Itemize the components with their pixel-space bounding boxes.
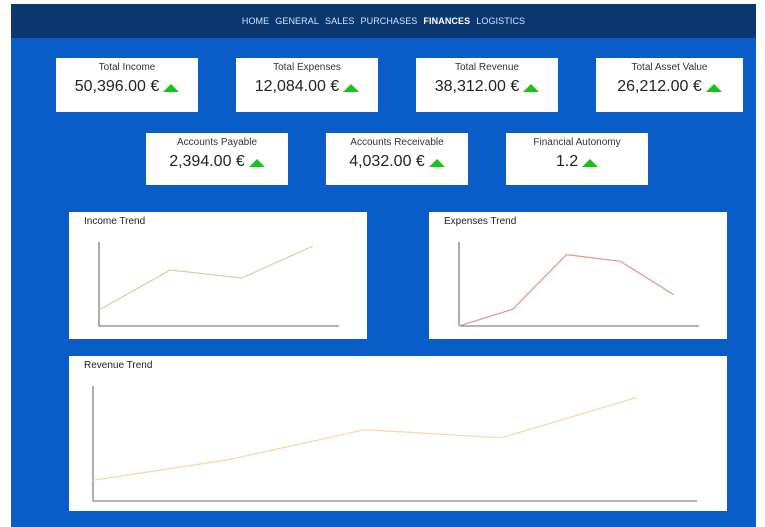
- trend-up-icon: [582, 158, 599, 167]
- nav-home[interactable]: HOME: [242, 16, 269, 26]
- revenue-trend-plot: [92, 386, 697, 502]
- trend-up-icon: [705, 83, 722, 92]
- kpi-label: Total Income: [98, 62, 156, 73]
- expenses-trend-chart: Expenses Trend: [429, 212, 727, 339]
- kpi-label: Total Revenue: [455, 62, 519, 73]
- kpi-total-asset-value: Total Asset Value 26,212.00 €: [596, 58, 743, 112]
- income-trend-plot: [98, 242, 339, 327]
- trend-up-icon: [523, 83, 540, 92]
- kpi-label: Total Asset Value: [631, 62, 708, 73]
- nav-sales[interactable]: SALES: [325, 16, 355, 26]
- kpi-value: 4,032.00 €: [349, 153, 425, 170]
- kpi-label: Financial Autonomy: [533, 137, 621, 148]
- revenue-trend-chart: Revenue Trend: [69, 356, 727, 511]
- nav-general[interactable]: GENERAL: [275, 16, 319, 26]
- kpi-value-row: 38,312.00 €: [416, 78, 558, 96]
- kpi-value: 50,396.00 €: [74, 78, 160, 95]
- dashboard-frame: HOME GENERAL SALES PURCHASES FINANCES LO…: [11, 4, 756, 527]
- kpi-value-row: 4,032.00 €: [326, 153, 468, 171]
- trend-up-icon: [248, 158, 265, 167]
- kpi-label: Accounts Payable: [176, 137, 258, 148]
- kpi-value-row: 2,394.00 €: [146, 153, 288, 171]
- kpi-total-revenue: Total Revenue 38,312.00 €: [416, 58, 558, 112]
- series-line: [98, 245, 314, 311]
- kpi-value-row: 1.2: [506, 153, 648, 171]
- kpi-value-row: 26,212.00 €: [596, 78, 743, 96]
- kpi-value-row: 50,396.00 €: [56, 78, 198, 96]
- series-line: [92, 396, 638, 481]
- kpi-value: 26,212.00 €: [617, 78, 702, 95]
- kpi-label: Total Expenses: [273, 62, 341, 73]
- nav-logistics[interactable]: LOGISTICS: [476, 16, 525, 26]
- top-navbar: HOME GENERAL SALES PURCHASES FINANCES LO…: [11, 4, 756, 38]
- kpi-value: 2,394.00 €: [169, 153, 245, 170]
- kpi-total-income: Total Income 50,396.00 €: [56, 58, 198, 112]
- kpi-value-row: 12,084.00 €: [236, 78, 378, 96]
- kpi-accounts-payable: Accounts Payable 2,394.00 €: [146, 133, 288, 185]
- kpi-label: Accounts Receivable: [350, 137, 444, 148]
- kpi-value: 1.2: [555, 153, 579, 170]
- series-line: [458, 253, 675, 327]
- kpi-financial-autonomy: Financial Autonomy 1.2: [506, 133, 648, 185]
- kpi-value: 12,084.00 €: [254, 78, 340, 95]
- kpi-accounts-receivable: Accounts Receivable 4,032.00 €: [326, 133, 468, 185]
- trend-up-icon: [428, 158, 445, 167]
- income-trend-chart: Income Trend: [69, 212, 367, 339]
- expenses-trend-plot: [458, 242, 699, 327]
- kpi-total-expenses: Total Expenses 12,084.00 €: [236, 58, 378, 112]
- nav-purchases[interactable]: PURCHASES: [361, 16, 418, 26]
- trend-up-icon: [343, 83, 360, 92]
- nav-finances[interactable]: FINANCES: [423, 16, 470, 26]
- trend-up-icon: [163, 83, 180, 92]
- kpi-value: 38,312.00 €: [434, 78, 520, 95]
